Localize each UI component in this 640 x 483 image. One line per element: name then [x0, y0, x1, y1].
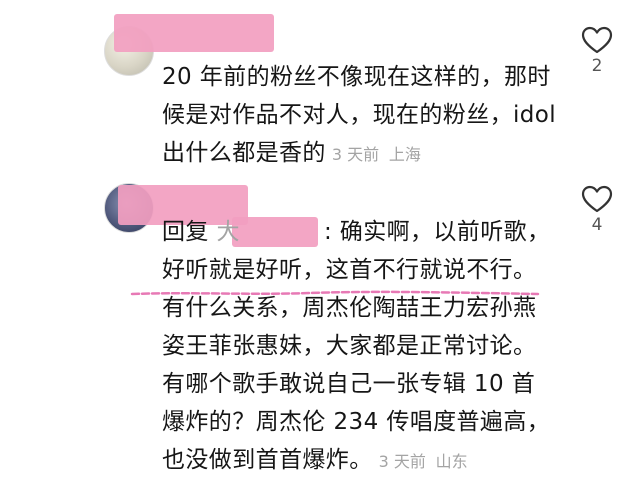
like-count: 4 — [591, 215, 603, 235]
like-control[interactable]: 2 — [574, 26, 620, 76]
comment-text: : 确实啊，以前听歌，好听就是好听，这首不行就说不行。有什么关系，周杰伦陶喆王力… — [162, 219, 551, 473]
reply-target-name[interactable]: 大 — [217, 219, 324, 245]
reply-prefix: 回复 — [162, 219, 209, 245]
comment-time: 3 天前 — [331, 145, 380, 164]
comment-item: 回复 大: 确实啊，以前听歌，好听就是好听，这首不行就说不行。有什么关系，周杰伦… — [0, 175, 640, 483]
heart-outline-icon[interactable] — [581, 26, 613, 54]
comment-location: 山东 — [435, 452, 468, 471]
highlight-underline — [130, 290, 540, 296]
comment-time: 3 天前 — [378, 452, 426, 471]
like-control[interactable]: 4 — [574, 185, 620, 235]
comment-item: 20 年前的粉丝不像现在这样的，那时候是对作品不对人，现在的粉丝，idol 出什… — [0, 0, 640, 175]
comment-location: 上海 — [388, 145, 421, 164]
comment-body: 回复 大: 确实啊，以前听歌，好听就是好听，这首不行就说不行。有什么关系，周杰伦… — [162, 213, 557, 481]
like-count: 2 — [591, 56, 603, 76]
username-redaction — [114, 14, 274, 52]
comment-body: 20 年前的粉丝不像现在这样的，那时候是对作品不对人，现在的粉丝，idol 出什… — [162, 58, 557, 174]
heart-outline-icon[interactable] — [581, 185, 613, 213]
